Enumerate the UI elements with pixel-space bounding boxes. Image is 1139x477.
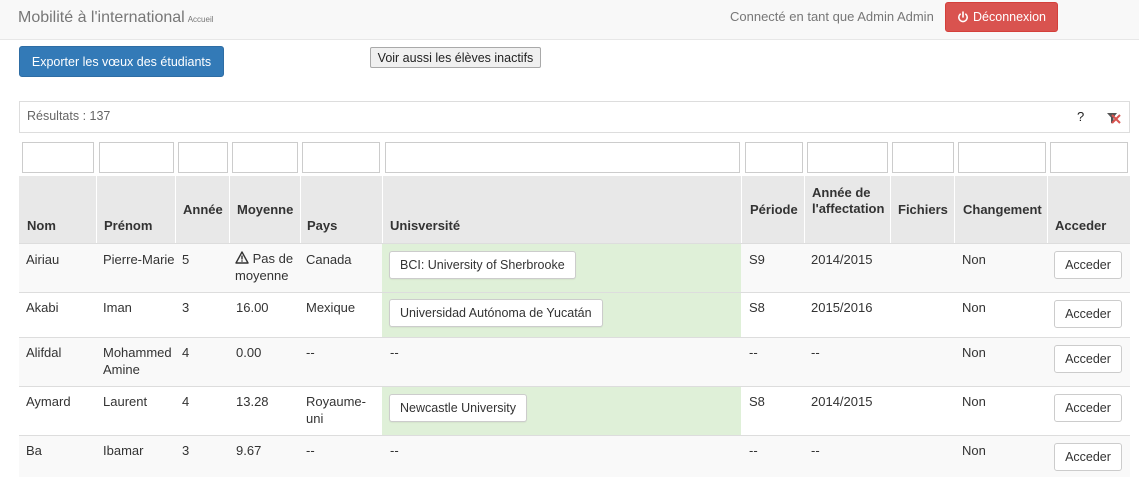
- filter-changement-input[interactable]: [958, 142, 1046, 173]
- cell-moyenne: 9.67: [236, 443, 262, 458]
- filter-moyenne-input[interactable]: [232, 142, 298, 173]
- clear-filters-icon[interactable]: [1104, 109, 1122, 127]
- cell-pays: Royaume-uni: [306, 394, 366, 426]
- acceder-button[interactable]: Acceder: [1054, 251, 1122, 279]
- show-inactive-button[interactable]: Voir aussi les élèves inactifs: [370, 47, 541, 68]
- filter-nom-input[interactable]: [22, 142, 94, 173]
- brand-label: Mobilité à l'international: [18, 9, 185, 26]
- cell-nom: Aymard: [26, 394, 71, 409]
- cell-moyenne: Pas de moyenne: [235, 250, 301, 284]
- cell-periode: S9: [749, 252, 765, 267]
- cell-changement: Non: [962, 443, 986, 458]
- cell-periode: --: [749, 443, 758, 458]
- logout-label: Déconnexion: [973, 10, 1046, 24]
- column-header-nom[interactable]: Nom: [27, 218, 56, 234]
- table-row: Akabi Iman 3 16.00 Mexique Universidad A…: [19, 292, 1130, 337]
- column-header-fichiers[interactable]: Fichiers: [898, 202, 948, 218]
- column-header-pays[interactable]: Pays: [307, 218, 337, 234]
- column-header-changement[interactable]: Changement: [963, 202, 1042, 218]
- cell-annee: 5: [182, 252, 190, 267]
- cell-prenom: Mohammed Amine: [103, 345, 172, 377]
- table-row: Alifdal Mohammed Amine 4 0.00 -- -- -- -…: [19, 337, 1130, 386]
- filter-universite-input[interactable]: [385, 142, 740, 173]
- acceder-button[interactable]: Acceder: [1054, 345, 1122, 373]
- cell-nom: Alifdal: [26, 345, 62, 360]
- cell-changement: Non: [962, 252, 986, 267]
- table-row: Ba Ibamar 3 9.67 -- -- -- -- Non Acceder: [19, 435, 1130, 477]
- universite-button[interactable]: BCI: University of Sherbrooke: [389, 251, 576, 279]
- filter-pays-input[interactable]: [302, 142, 380, 173]
- logout-button[interactable]: Déconnexion: [945, 2, 1058, 32]
- column-header-annee[interactable]: Année: [183, 202, 223, 218]
- cell-affectation: 2014/2015: [811, 252, 873, 267]
- filter-periode-input[interactable]: [745, 142, 803, 173]
- app-title[interactable]: Mobilité à l'international Accueil: [18, 9, 214, 27]
- cell-pays: Canada: [306, 252, 352, 267]
- column-header-acceder[interactable]: Acceder: [1055, 218, 1106, 234]
- cell-prenom: Laurent: [103, 394, 148, 409]
- cell-prenom: Iman: [103, 300, 132, 315]
- top-navbar: Mobilité à l'international Accueil Connec…: [0, 0, 1139, 40]
- cell-nom: Akabi: [26, 300, 59, 315]
- acceder-button[interactable]: Acceder: [1054, 443, 1122, 471]
- cell-affectation: --: [811, 443, 820, 458]
- export-wishes-button[interactable]: Exporter les vœux des étudiants: [19, 46, 224, 77]
- filter-annee-input[interactable]: [178, 142, 228, 173]
- cell-annee: 3: [182, 300, 190, 315]
- column-header-universite[interactable]: Unisversité: [390, 218, 460, 234]
- cell-periode: S8: [749, 300, 765, 315]
- cell-changement: Non: [962, 300, 986, 315]
- filter-prenom-input[interactable]: [99, 142, 174, 173]
- universite-button[interactable]: Newcastle University: [389, 394, 528, 422]
- cell-pays: --: [306, 345, 315, 360]
- column-header-affectation[interactable]: Année de l'affectation: [812, 185, 890, 217]
- cell-annee: 4: [182, 345, 190, 360]
- cell-annee: 4: [182, 394, 190, 409]
- connected-user-text: Connecté en tant que Admin Admin: [730, 9, 934, 24]
- cell-moyenne: 16.00: [236, 300, 269, 315]
- results-bar: Résultats : 137 ?: [19, 101, 1130, 133]
- cell-moyenne: 13.28: [236, 394, 269, 409]
- home-link[interactable]: Accueil: [188, 15, 214, 24]
- column-header-periode[interactable]: Période: [750, 202, 798, 218]
- power-icon: [957, 11, 969, 23]
- filter-affectation-input[interactable]: [807, 142, 888, 173]
- cell-nom: Ba: [26, 443, 42, 458]
- universite-button[interactable]: Universidad Autónoma de Yucatán: [389, 299, 603, 327]
- cell-annee: 3: [182, 443, 190, 458]
- cell-moyenne: 0.00: [236, 345, 262, 360]
- filter-acceder-input[interactable]: [1050, 142, 1128, 173]
- cell-prenom: Pierre-Marie: [103, 252, 175, 267]
- cell-nom: Airiau: [26, 252, 60, 267]
- cell-universite: --: [390, 443, 399, 458]
- table-header: Nom Prénom Année Moyenne Pays Unisversit…: [19, 176, 1130, 243]
- warning-icon: [235, 251, 249, 264]
- cell-pays: --: [306, 443, 315, 458]
- cell-affectation: 2015/2016: [811, 300, 873, 315]
- results-count: Résultats : 137: [27, 109, 111, 123]
- cell-pays: Mexique: [306, 300, 356, 315]
- cell-periode: S8: [749, 394, 765, 409]
- cell-universite: --: [390, 345, 399, 360]
- acceder-button[interactable]: Acceder: [1054, 300, 1122, 328]
- cell-changement: Non: [962, 345, 986, 360]
- table-row: Airiau Pierre-Marie 5 Pas de moyenne Can…: [19, 243, 1130, 292]
- column-header-moyenne[interactable]: Moyenne: [237, 202, 293, 218]
- column-header-prenom[interactable]: Prénom: [104, 218, 152, 234]
- cell-prenom: Ibamar: [103, 443, 144, 458]
- table-row: Aymard Laurent 4 13.28 Royaume-uni Newca…: [19, 386, 1130, 435]
- cell-changement: Non: [962, 394, 986, 409]
- cell-affectation: 2014/2015: [811, 394, 873, 409]
- help-icon[interactable]: ?: [1077, 109, 1084, 124]
- acceder-button[interactable]: Acceder: [1054, 394, 1122, 422]
- filter-fichiers-input[interactable]: [892, 142, 954, 173]
- cell-periode: --: [749, 345, 758, 360]
- cell-affectation: --: [811, 345, 820, 360]
